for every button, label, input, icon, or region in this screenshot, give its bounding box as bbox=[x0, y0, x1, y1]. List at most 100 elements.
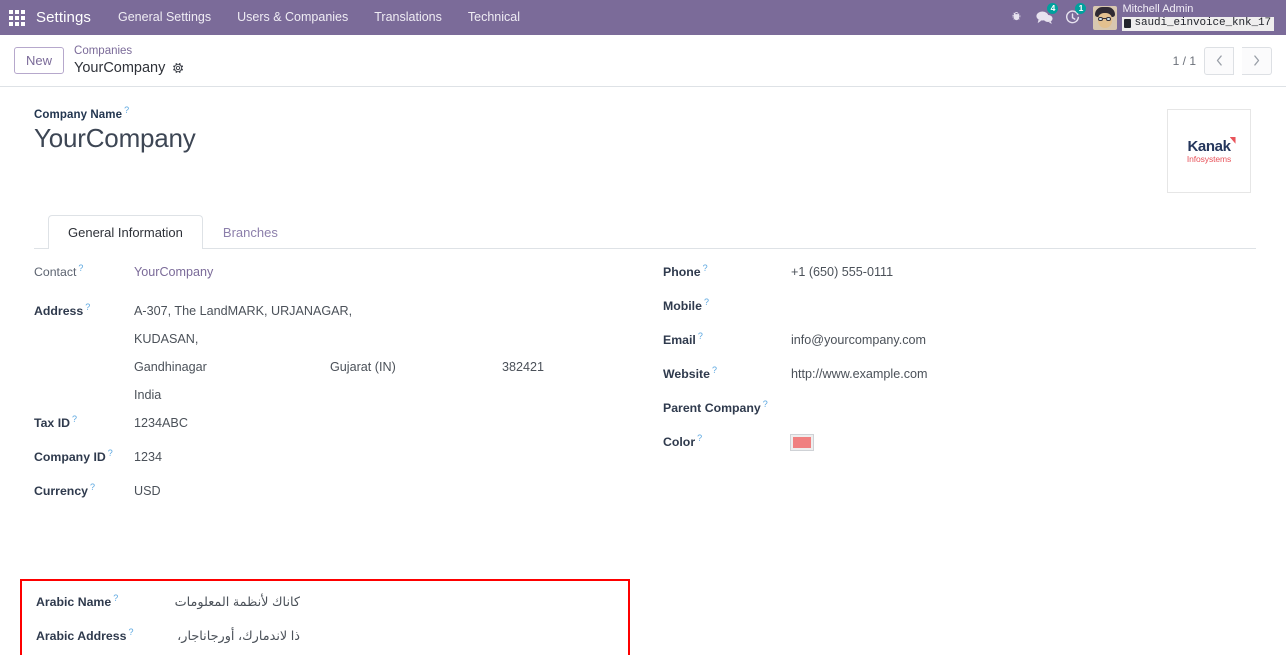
field-arabic-name: Arabic Name? كاناك لأنظمة المعلومات bbox=[36, 593, 628, 622]
field-email: Email? info@yourcompany.com bbox=[663, 331, 1256, 360]
help-marker-icon[interactable]: ? bbox=[698, 331, 703, 341]
user-menu[interactable]: Mitchell Admin saudi_einvoice_knk_17 bbox=[1087, 3, 1276, 31]
help-marker-icon[interactable]: ? bbox=[113, 593, 118, 603]
top-navbar: Settings General Settings Users & Compan… bbox=[0, 0, 1286, 35]
address-zip[interactable]: 382421 bbox=[502, 353, 645, 381]
avatar bbox=[1093, 5, 1118, 30]
field-mobile: Mobile? bbox=[663, 297, 1256, 326]
field-website: Website? http://www.example.com bbox=[663, 365, 1256, 394]
navbar-right-group: 4 1 Mitchell Admin saudi_einvoice_knk_17 bbox=[1003, 0, 1278, 35]
help-marker-icon[interactable]: ? bbox=[703, 263, 708, 273]
breadcrumb-current: YourCompany bbox=[74, 59, 184, 77]
arabic-address-value-group: ذا لاندمارك، أورجاناجار، كوداسان، جاندين… bbox=[148, 622, 628, 655]
contact-value[interactable]: YourCompany bbox=[134, 265, 645, 279]
company-id-value[interactable]: 1234 bbox=[134, 450, 645, 464]
mobile-label: Mobile? bbox=[663, 297, 709, 314]
form-columns: Contact? YourCompany Address? A-307, The… bbox=[34, 249, 1256, 516]
help-marker-icon[interactable]: ? bbox=[124, 105, 129, 115]
address-line-1[interactable]: A-307, The LandMARK, URJANAGAR, bbox=[134, 297, 645, 325]
website-label: Website? bbox=[663, 365, 717, 382]
company-id-label: Company ID? bbox=[34, 448, 113, 465]
field-arabic-address: Arabic Address? ذا لاندمارك، أورجاناجار،… bbox=[36, 622, 628, 655]
phone-label: Phone? bbox=[663, 263, 708, 280]
address-line-2[interactable]: KUDASAN, bbox=[134, 325, 645, 353]
logo-secondary-text: Infosystems bbox=[1186, 153, 1232, 164]
arabic-address-line-1[interactable]: ذا لاندمارك، أورجاناجار، bbox=[148, 622, 300, 650]
messages-badge: 4 bbox=[1047, 3, 1059, 14]
color-label: Color? bbox=[663, 433, 703, 450]
pager-value: 1 / 1 bbox=[1172, 53, 1196, 68]
database-name: saudi_einvoice_knk_17 bbox=[1134, 17, 1271, 29]
bug-icon[interactable] bbox=[1003, 0, 1029, 35]
new-button[interactable]: New bbox=[14, 46, 65, 75]
help-marker-icon[interactable]: ? bbox=[108, 448, 113, 458]
address-city[interactable]: Gandhinagar bbox=[134, 353, 330, 381]
database-chip: saudi_einvoice_knk_17 bbox=[1122, 17, 1274, 31]
control-panel: New Companies YourCompany 1 / 1 bbox=[0, 35, 1286, 87]
help-marker-icon[interactable]: ? bbox=[78, 263, 83, 273]
activities-badge: 1 bbox=[1075, 3, 1087, 14]
address-value-group: A-307, The LandMARK, URJANAGAR, KUDASAN,… bbox=[134, 297, 645, 409]
arabic-address-label: Arabic Address? bbox=[36, 626, 134, 643]
arabic-address-line-2[interactable]: كوداسان، جانديناجار، bbox=[148, 650, 300, 655]
arabic-fields-highlight: Arabic Name? كاناك لأنظمة المعلومات Arab… bbox=[20, 579, 630, 655]
help-marker-icon[interactable]: ? bbox=[697, 433, 702, 443]
form-column-left: Contact? YourCompany Address? A-307, The… bbox=[34, 263, 645, 516]
field-company-id: Company ID? 1234 bbox=[34, 448, 645, 477]
help-marker-icon[interactable]: ? bbox=[85, 302, 90, 312]
tab-branches[interactable]: Branches bbox=[203, 215, 298, 249]
form-tabs: General Information Branches bbox=[34, 215, 1256, 249]
address-state[interactable]: Gujarat (IN) bbox=[330, 353, 502, 381]
logo-primary-text: Kanak bbox=[1187, 136, 1236, 154]
pager-previous-button[interactable] bbox=[1204, 46, 1234, 75]
breadcrumb-current-label: YourCompany bbox=[74, 59, 166, 76]
menu-general-settings[interactable]: General Settings bbox=[105, 0, 224, 35]
messages-icon[interactable]: 4 bbox=[1031, 0, 1059, 35]
website-value[interactable]: http://www.example.com bbox=[791, 367, 1256, 381]
tax-id-label: Tax ID? bbox=[34, 414, 78, 431]
help-marker-icon[interactable]: ? bbox=[704, 297, 709, 307]
pager-next-button[interactable] bbox=[1242, 46, 1272, 75]
activity-clock-icon[interactable]: 1 bbox=[1059, 0, 1087, 35]
menu-users-and-companies[interactable]: Users & Companies bbox=[224, 0, 361, 35]
help-marker-icon[interactable]: ? bbox=[763, 399, 768, 409]
address-country[interactable]: India bbox=[134, 381, 645, 409]
contact-label: Contact? bbox=[34, 263, 84, 280]
field-color: Color? bbox=[663, 433, 1256, 462]
breadcrumb-item-companies[interactable]: Companies bbox=[74, 44, 184, 58]
field-parent-company: Parent Company? bbox=[663, 399, 1256, 428]
tax-id-value[interactable]: 1234ABC bbox=[134, 416, 645, 430]
help-marker-icon[interactable]: ? bbox=[128, 627, 133, 637]
currency-label: Currency? bbox=[34, 482, 96, 499]
user-name: Mitchell Admin bbox=[1122, 3, 1194, 16]
tab-general-information[interactable]: General Information bbox=[48, 215, 203, 249]
color-swatch[interactable] bbox=[790, 434, 814, 452]
email-label: Email? bbox=[663, 331, 703, 348]
help-marker-icon[interactable]: ? bbox=[72, 414, 77, 424]
database-icon bbox=[1124, 19, 1132, 29]
field-currency: Currency? USD bbox=[34, 482, 645, 511]
currency-value[interactable]: USD bbox=[134, 484, 645, 498]
email-value[interactable]: info@yourcompany.com bbox=[791, 333, 1256, 347]
help-marker-icon[interactable]: ? bbox=[712, 365, 717, 375]
field-address: Address? A-307, The LandMARK, URJANAGAR,… bbox=[34, 297, 645, 409]
arabic-name-value[interactable]: كاناك لأنظمة المعلومات bbox=[148, 594, 300, 610]
company-name-value[interactable]: YourCompany bbox=[34, 123, 1167, 154]
breadcrumb: Companies YourCompany bbox=[74, 44, 184, 77]
gear-icon[interactable] bbox=[172, 62, 184, 74]
company-name-label: Company Name? bbox=[34, 105, 130, 121]
menu-translations[interactable]: Translations bbox=[361, 0, 455, 35]
form-column-right: Phone? +1 (650) 555-0111 Mobile? Email? … bbox=[645, 263, 1256, 516]
address-label: Address? bbox=[34, 301, 91, 318]
form-sheet: Company Name? YourCompany Kanak Infosyst… bbox=[0, 87, 1286, 655]
menu-technical[interactable]: Technical bbox=[455, 0, 533, 35]
phone-value[interactable]: +1 (650) 555-0111 bbox=[791, 265, 1256, 279]
form-header: Company Name? YourCompany Kanak Infosyst… bbox=[34, 105, 1256, 193]
app-brand-settings[interactable]: Settings bbox=[34, 9, 105, 26]
pager: 1 / 1 bbox=[1172, 46, 1272, 75]
help-marker-icon[interactable]: ? bbox=[90, 482, 95, 492]
address-city-state-zip: Gandhinagar Gujarat (IN) 382421 bbox=[134, 353, 645, 381]
company-logo[interactable]: Kanak Infosystems bbox=[1167, 109, 1251, 193]
color-value bbox=[790, 434, 1256, 452]
apps-grid-icon[interactable] bbox=[0, 0, 34, 35]
